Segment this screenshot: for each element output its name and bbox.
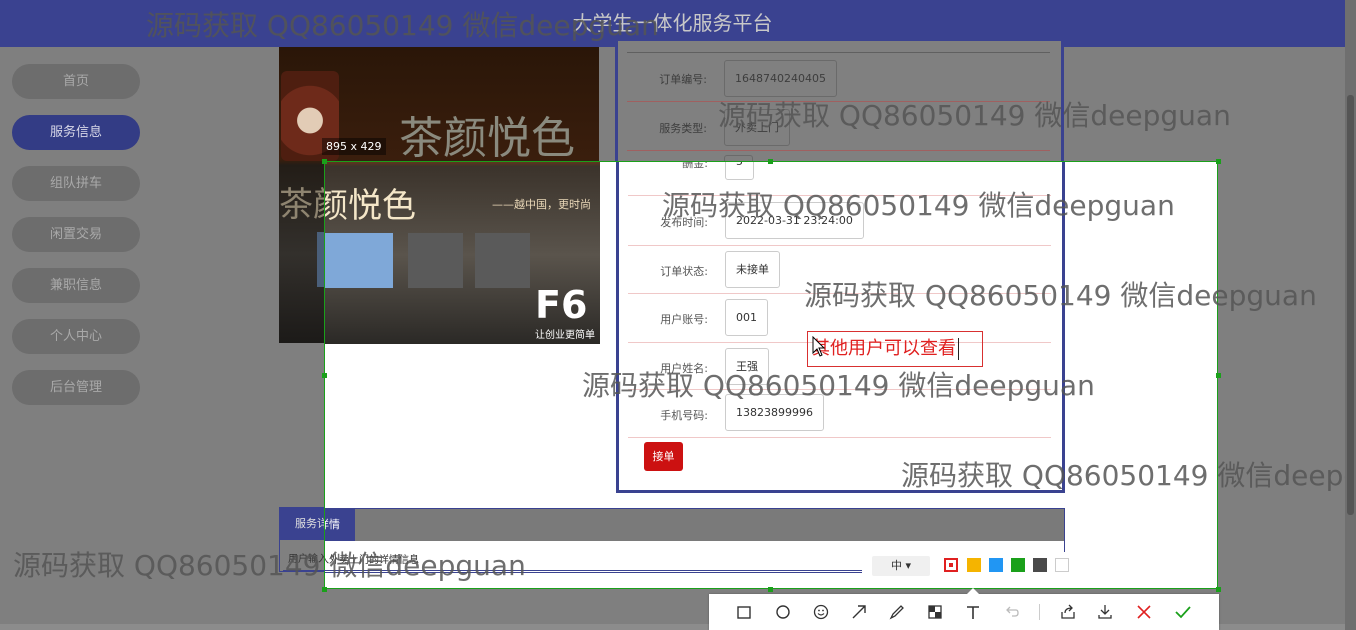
resize-handle-nw[interactable]	[322, 159, 327, 164]
order-row-number: 订单编号: 1648740240405	[627, 54, 1050, 102]
color-swatch-red[interactable]	[944, 558, 958, 572]
resize-handle-e[interactable]	[1216, 373, 1221, 378]
page-scrollbar[interactable]	[1345, 0, 1356, 630]
user-name-value: 王强	[725, 348, 769, 385]
user-name-label: 用户姓名:	[660, 362, 708, 375]
menu-item-personal-center[interactable]: 个人中心	[12, 319, 140, 354]
accept-order-button[interactable]: 接单	[644, 442, 683, 471]
color-swatch-yellow[interactable]	[967, 558, 981, 572]
share-icon[interactable]	[1057, 601, 1079, 623]
color-swatch-green[interactable]	[1011, 558, 1025, 572]
text-icon[interactable]	[962, 601, 984, 623]
tab-service-detail[interactable]: 服务详情	[325, 509, 355, 541]
capture-toolbar	[709, 588, 1219, 630]
resize-handle-se[interactable]	[1216, 587, 1221, 592]
selected-row-phone: 手机号码: 13823899996	[628, 390, 1051, 438]
phone-value: 13823899996	[725, 394, 824, 431]
emoji-icon[interactable]	[810, 601, 832, 623]
mouse-pointer-icon	[812, 336, 826, 357]
store-slogan: ——越中国，更时尚	[492, 198, 591, 211]
publish-time-value: 2022-03-31 23:24:00	[725, 202, 864, 239]
color-swatch-blue[interactable]	[989, 558, 1003, 572]
panel-divider	[627, 52, 1050, 53]
reward-label: 酬金:	[682, 161, 708, 170]
toolbar-pointer	[967, 588, 979, 594]
store-sign-lower: 茶颜悦色	[325, 186, 416, 226]
order-status-value: 未接单	[725, 251, 780, 288]
menu-item-home[interactable]: 首页	[12, 64, 140, 99]
detail-underline	[283, 570, 863, 571]
color-swatch-gray[interactable]	[1033, 558, 1047, 572]
menu-board	[408, 233, 463, 288]
resize-handle-n[interactable]	[768, 159, 773, 164]
user-account-value: 001	[725, 299, 768, 336]
resize-handle-s[interactable]	[768, 587, 773, 592]
menu-item-second-hand[interactable]: 闲置交易	[12, 217, 140, 252]
menu-item-service-info[interactable]: 服务信息	[12, 115, 140, 150]
app-title: 大学生一体化服务平台	[572, 11, 773, 35]
selected-row-reward: 酬金: 5	[628, 161, 1051, 196]
reward-value: 5	[725, 162, 754, 180]
selected-photo: 茶颜悦色 ——越中国，更时尚 F6 让创业更简单	[325, 162, 600, 344]
text-annotation-input[interactable]: 其他用户可以查看	[807, 331, 983, 367]
resize-handle-sw[interactable]	[322, 587, 327, 592]
pen-icon[interactable]	[886, 601, 908, 623]
detail-text: 用户输入外卖上门的详情信息	[325, 555, 419, 566]
selected-row-time: 发布时间: 2022-03-31 23:24:00	[628, 196, 1051, 246]
service-type-value: 外卖上门	[724, 109, 790, 146]
text-tool-options: 中 ▾	[862, 552, 1074, 580]
selection-size-label: 895 x 429	[322, 138, 386, 155]
store-sign: 茶颜悦色	[399, 113, 575, 164]
order-status-label: 订单状态:	[660, 265, 708, 278]
menu-item-carpool[interactable]: 组队拼车	[12, 166, 140, 201]
arrow-icon[interactable]	[848, 601, 870, 623]
scrollbar-thumb[interactable]	[1347, 95, 1354, 515]
phone-label: 手机号码:	[660, 409, 708, 422]
download-icon[interactable]	[1094, 601, 1116, 623]
font-size-value: 中	[890, 559, 902, 572]
service-type-label: 服务类型:	[659, 122, 707, 135]
resize-handle-ne[interactable]	[1216, 159, 1221, 164]
capture-selection[interactable]: 茶颜悦色 ——越中国，更时尚 F6 让创业更简单 酬金: 5 发布时间: 202…	[324, 161, 1218, 589]
undo-icon[interactable]	[1001, 601, 1023, 623]
text-annotation-value: 其他用户可以查看	[812, 338, 956, 359]
publish-time-label: 发布时间:	[660, 216, 708, 229]
photo-logo: F6	[535, 283, 588, 327]
order-number-value: 1648740240405	[724, 60, 837, 97]
order-row-type: 服务类型: 外卖上门	[627, 102, 1050, 151]
resize-handle-w[interactable]	[322, 373, 327, 378]
cancel-icon[interactable]	[1133, 601, 1155, 623]
rectangle-icon[interactable]	[733, 601, 755, 623]
mosaic-icon[interactable]	[924, 601, 946, 623]
text-caret	[958, 338, 959, 360]
ellipse-icon[interactable]	[772, 601, 794, 623]
photo-logo-sub: 让创业更简单	[535, 330, 595, 341]
detail-tab-bar	[325, 509, 1064, 541]
order-number-label: 订单编号:	[659, 73, 707, 86]
color-swatch-white[interactable]	[1055, 558, 1069, 572]
user-account-label: 用户账号:	[660, 313, 708, 326]
side-menu: 首页 服务信息 组队拼车 闲置交易 兼职信息 个人中心 后台管理	[12, 64, 140, 421]
confirm-icon[interactable]	[1172, 601, 1194, 623]
menu-board	[475, 233, 530, 288]
menu-screen	[325, 233, 393, 288]
selected-row-status: 订单状态: 未接单	[628, 246, 1051, 294]
menu-item-admin[interactable]: 后台管理	[12, 370, 140, 405]
font-size-select[interactable]: 中 ▾	[872, 556, 930, 576]
toolbar-separator	[1039, 604, 1040, 620]
menu-item-part-time[interactable]: 兼职信息	[12, 268, 140, 303]
